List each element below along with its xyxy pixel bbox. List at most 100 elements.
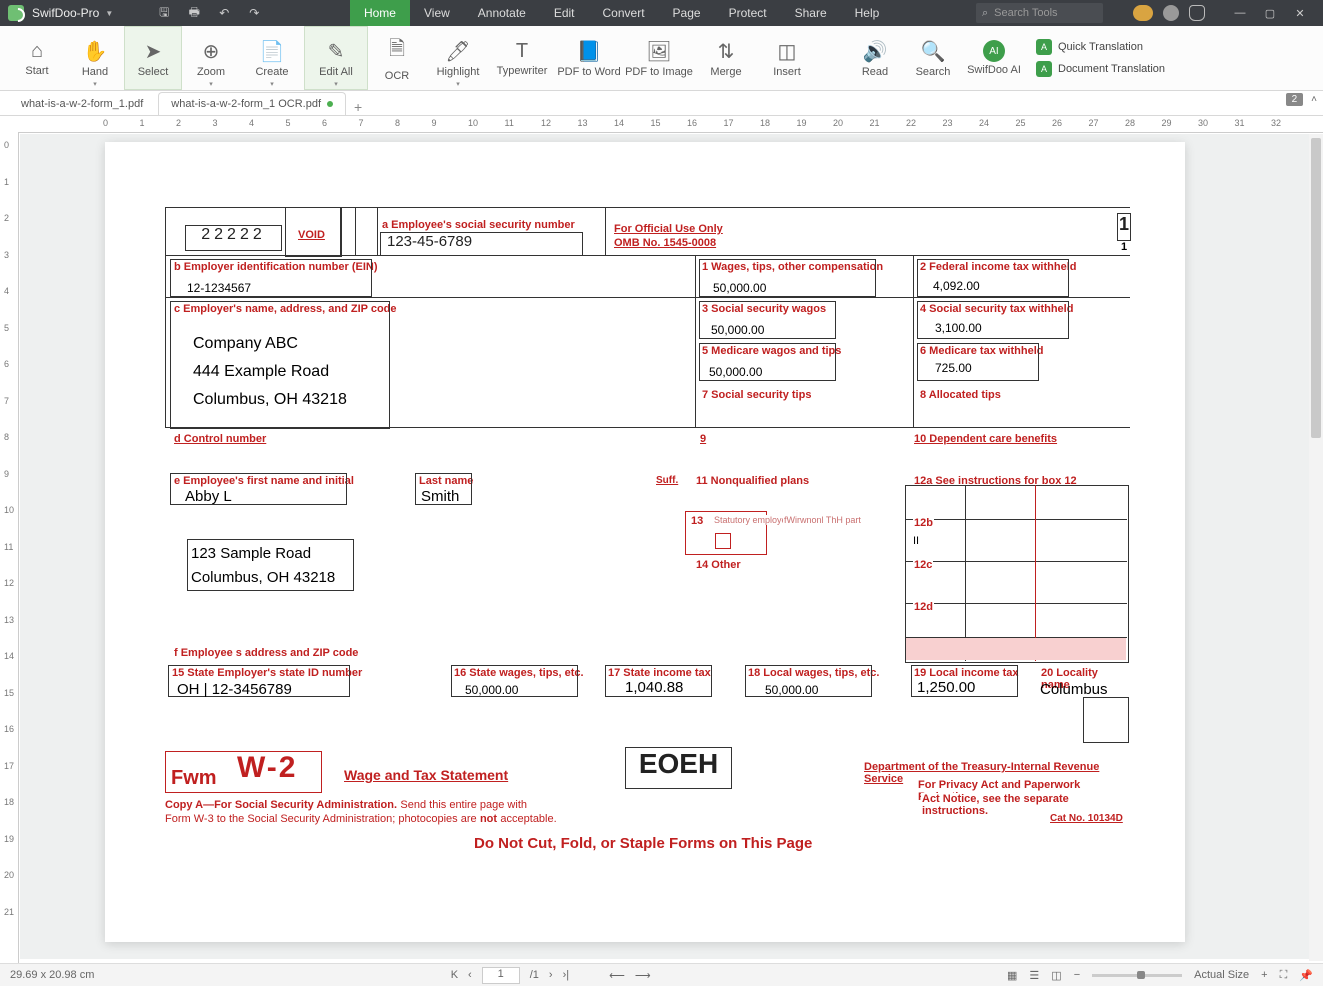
tab-doc-2[interactable]: what-is-a-w-2-form_1 OCR.pdf (158, 92, 346, 115)
tool-merge[interactable]: ⇅Merge (694, 26, 758, 90)
field-addr1[interactable]: 123 Sample Road (191, 545, 311, 562)
field-4[interactable]: 3,100.00 (935, 321, 982, 335)
nav-prev-button[interactable]: ‹ (468, 969, 472, 981)
tool-zoom[interactable]: ⊕Zoom▾ (182, 26, 240, 90)
nav-back-button[interactable]: ⟵ (609, 969, 625, 982)
new-tab-button[interactable]: + (348, 99, 368, 115)
field-addr2[interactable]: Columbus, OH 43218 (191, 569, 335, 586)
notifications-icon[interactable] (1189, 5, 1205, 21)
tool-select[interactable]: ➤Select (124, 26, 182, 90)
field-18[interactable]: 50,000.00 (765, 683, 818, 697)
tool-read[interactable]: 🔊Read (846, 26, 904, 90)
zoom-out-button[interactable]: − (1074, 969, 1080, 981)
field-e[interactable]: Abby L (185, 488, 232, 505)
field-c3[interactable]: Columbus, OH 43218 (193, 391, 347, 409)
nav-forward-button[interactable]: ⟶ (635, 969, 651, 982)
vertical-scrollbar[interactable] (1309, 134, 1323, 961)
tool-pdf-to-word[interactable]: 📘PDF to Word (554, 26, 624, 90)
pdf-page[interactable]: 22222 VOID a Employee's social security … (105, 142, 1185, 942)
nav-first-button[interactable]: K (451, 969, 458, 981)
menu-convert[interactable]: Convert (589, 0, 659, 26)
menu-annotate[interactable]: Annotate (464, 0, 540, 26)
field-15[interactable]: OH | 12-3456789 (177, 681, 292, 698)
pin-icon[interactable]: 📌 (1299, 969, 1313, 982)
page-number-input[interactable]: 1 (482, 967, 520, 984)
tool-search[interactable]: 🔍Search (904, 26, 962, 90)
zoom-slider[interactable] (1092, 974, 1182, 977)
home-icon: ⌂ (31, 40, 43, 63)
field-6[interactable]: 725.00 (935, 361, 972, 375)
collapse-ribbon-icon[interactable]: ˄ (1311, 94, 1317, 105)
canvas[interactable]: 22222 VOID a Employee's social security … (20, 134, 1319, 959)
field-1[interactable]: 50,000.00 (713, 281, 766, 295)
label-8: 8 Allocated tips (919, 389, 1002, 401)
view-mode-3-icon[interactable]: ◫ (1051, 969, 1061, 982)
one-big: 1 (1117, 213, 1131, 241)
zoom-icon: ⊕ (203, 39, 220, 64)
tool-insert[interactable]: ◫Insert (758, 26, 816, 90)
highlight-icon: 🖊 (445, 39, 470, 64)
view-mode-1-icon[interactable]: ▦ (1007, 969, 1017, 982)
tool-start[interactable]: ⌂Start (8, 26, 66, 90)
field-last[interactable]: Smith (421, 488, 459, 505)
app-menu-caret-icon[interactable]: ▼ (105, 9, 113, 18)
zoom-in-button[interactable]: + (1261, 969, 1267, 981)
field-12b-ii: II (913, 535, 919, 547)
view-mode-2-icon[interactable]: ☰ (1029, 969, 1039, 982)
workspace: 0123456789101112131415161718192021222324… (0, 116, 1323, 963)
menu-home[interactable]: Home (350, 0, 410, 26)
field-c2[interactable]: 444 Example Road (193, 363, 329, 381)
label-12c: 12c (913, 559, 933, 571)
w2-heading: W-2 (237, 751, 297, 785)
nav-next-button[interactable]: › (549, 969, 553, 981)
label-9: 9 (699, 433, 707, 445)
menu-protect[interactable]: Protect (715, 0, 781, 26)
nav-last-button[interactable]: ›| (563, 969, 570, 981)
field-3[interactable]: 50,000.00 (711, 323, 764, 337)
document-translation-button[interactable]: ADocument Translation (1036, 61, 1165, 77)
scrollbar-thumb[interactable] (1311, 138, 1321, 438)
quick-translation-button[interactable]: AQuick Translation (1036, 39, 1165, 55)
menu-share[interactable]: Share (781, 0, 841, 26)
menu-help[interactable]: Help (841, 0, 894, 26)
print-icon[interactable]: 🖶 (181, 0, 207, 26)
close-button[interactable]: ✕ (1285, 0, 1315, 26)
tool-create[interactable]: 📄Create▾ (240, 26, 304, 90)
search-tools-input[interactable]: ⌕ Search Tools (976, 3, 1103, 23)
create-icon: 📄 (260, 39, 285, 64)
tool-pdf-to-image[interactable]: 🖼PDF to Image (624, 26, 694, 90)
save-icon[interactable]: 🖫 (151, 0, 177, 26)
minimize-button[interactable]: — (1225, 0, 1255, 26)
user-avatar-icon[interactable] (1163, 5, 1179, 21)
menu-view[interactable]: View (410, 0, 464, 26)
tool-typewriter[interactable]: TTypewriter (490, 26, 554, 90)
field-c1[interactable]: Company ABC (193, 335, 298, 353)
premium-badge-icon[interactable] (1133, 5, 1153, 21)
label-12b: 12b (913, 517, 934, 529)
field-ein[interactable]: 12-1234567 (187, 281, 251, 295)
field-ssn[interactable]: 123-45-6789 (380, 232, 583, 256)
tool-edit-all[interactable]: ✎Edit All▾ (304, 26, 368, 90)
tool-hand[interactable]: ✋Hand▾ (66, 26, 124, 90)
undo-icon[interactable]: ↶ (211, 0, 237, 26)
field-16[interactable]: 50,000.00 (465, 683, 518, 697)
cat-no: Cat No. 10134D (1049, 813, 1124, 824)
tab-doc-1[interactable]: what-is-a-w-2-form_1.pdf (8, 92, 156, 115)
tool-highlight[interactable]: 🖊Highlight▾ (426, 26, 490, 90)
redo-icon[interactable]: ↷ (241, 0, 267, 26)
copya: Copy A—For Social Security Administratio… (165, 799, 397, 811)
app-logo-icon (8, 5, 24, 21)
field-2[interactable]: 4,092.00 (933, 279, 980, 293)
field-19[interactable]: 1,250.00 (917, 679, 975, 696)
field-20[interactable]: Columbus (1040, 681, 1108, 698)
fullscreen-icon[interactable]: ⛶ (1280, 969, 1288, 982)
maximize-button[interactable]: ▢ (1255, 0, 1285, 26)
menu-edit[interactable]: Edit (540, 0, 589, 26)
tool-ocr[interactable]: 🗎OCR (368, 26, 426, 90)
tool-ai[interactable]: AISwifDoo AI (962, 26, 1026, 90)
menu-page[interactable]: Page (659, 0, 715, 26)
field-17[interactable]: 1,040.88 (625, 679, 683, 696)
page-count-badge: 2 (1286, 93, 1304, 106)
box-22222[interactable]: 22222 (185, 225, 282, 251)
field-5[interactable]: 50,000.00 (709, 365, 762, 379)
